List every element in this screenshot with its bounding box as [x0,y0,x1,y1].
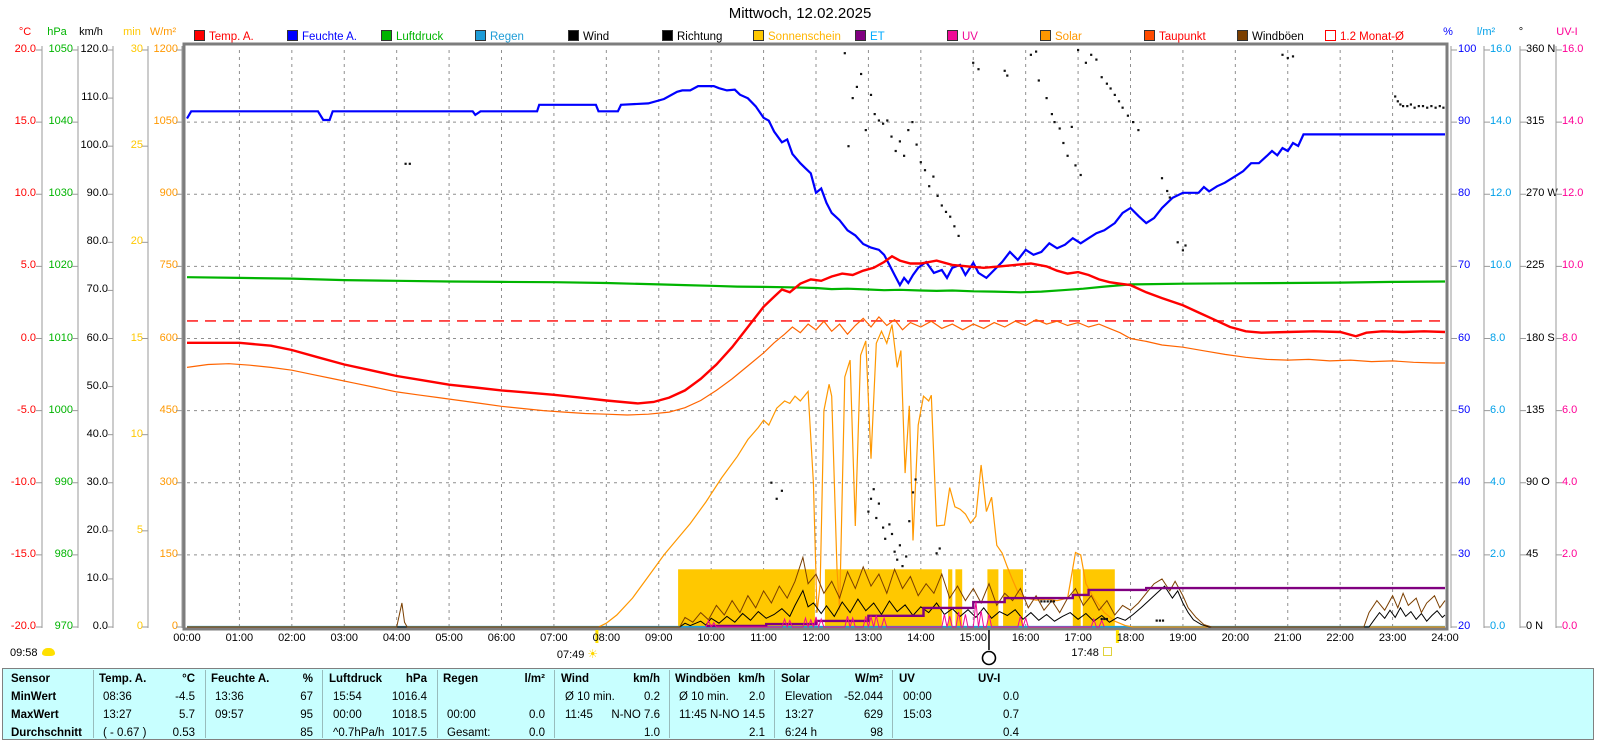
x-axis-hour-label: 14:00 [907,632,935,644]
sunrise-time: 07:49 [556,649,585,661]
table-separator [93,670,94,738]
x-axis-hour-label: 19:00 [1169,632,1197,644]
x-axis-hour-label: 07:00 [540,632,568,644]
table-col-header: Wind [561,673,589,685]
table-cell-value: 0.0 [529,727,545,739]
table-cell-value: 98 [870,727,883,739]
x-axis-hour-label: 23:00 [1378,632,1407,644]
table-separator [774,670,775,738]
table-cell-value: 1018.5 [391,709,427,721]
sunset-sun-icon [1102,647,1112,656]
table-cell-value: 1.0 [644,727,660,739]
table-cell-value: 2.1 [749,727,765,739]
table-col-header: UV-I [978,673,1001,685]
table-cell-value: 95 [300,709,313,721]
x-axis-hour-label: 04:00 [382,632,411,644]
x-axis-hour-label: 10:00 [697,632,725,644]
table-cell-value: 85 [300,727,313,739]
x-axis-hour-label: 05:00 [435,632,463,644]
table-col-unit: km/h [738,673,765,685]
table-col-unit: hPa [405,673,427,685]
x-axis-hour-label: 21:00 [1273,632,1302,644]
chart-plot[interactable] [0,0,1600,740]
table-cell-value: 0.7 [1003,709,1019,721]
sunset-time-label: 17:48 [1071,647,1112,659]
table-cell-value: 5.7 [179,709,195,721]
x-axis-hour-label: 03:00 [330,632,359,644]
sunrise-sun-icon: ☀ [587,647,599,661]
table-row-label: MinWert [11,691,57,703]
table-separator [892,670,893,738]
table-row-label: MaxWert [11,709,59,721]
x-axis-hour-label: 08:00 [592,632,621,644]
moon-phase-icon [981,650,997,666]
x-axis-hour-label: 11:00 [750,632,777,644]
x-axis-hour-label: 20:00 [1221,632,1250,644]
table-col-unit: W/m² [854,673,883,685]
x-axis-hour-label: 02:00 [278,632,306,644]
table-col-unit: % [302,673,313,685]
x-axis-hour-label: 17:00 [1064,632,1092,644]
table-separator [554,670,555,738]
moonset-time-label: 09:58 [10,647,55,659]
table-cell-value: -4.5 [175,691,195,703]
x-axis-hour-label: 09:00 [644,632,673,644]
table-row-label: Durchschnitt [11,727,82,739]
table-cell-value: 0.0 [529,709,545,721]
table-header-sensor: Sensor [11,673,50,685]
sunset-time: 17:48 [1071,647,1099,659]
table-cell-value: 1017.5 [391,727,427,739]
table-col-header: Regen [443,673,479,685]
x-axis-hour-label: 13:00 [854,632,883,644]
table-col-unit: l/m² [524,673,545,685]
table-separator [669,670,670,738]
table-cell-value: 0.4 [1003,727,1019,739]
table-cell-value: 0.0 [1003,691,1019,703]
table-cell: 00:00 [903,691,932,703]
weather-day-chart-window: { "title": "Mittwoch, 12.02.2025", "lege… [0,0,1600,740]
table-cell-value: 1016.4 [391,691,427,703]
moonset-time: 09:58 [10,647,38,659]
table-col-unit: km/h [633,673,660,685]
table-col-header: UV [899,673,915,685]
x-axis-hour-label: 24:00 [1431,632,1459,644]
table-cell-value: 629 [863,709,883,721]
table-cell-value: 0.2 [644,691,660,703]
table-cell-value: N-NO 14.5 [710,709,765,721]
table-separator [437,670,438,738]
table-cell-value: 67 [300,691,313,703]
sunrise-time-label: 07:49 ☀ [557,647,598,661]
table-cell-value: 2.0 [749,691,765,703]
x-axis-hour-label: 16:00 [1011,632,1040,644]
table-col-header: Solar [781,673,810,685]
x-axis-hour-label: 01:00 [225,632,254,644]
table-separator [322,670,323,738]
table-cell-value: 0.53 [172,727,195,739]
table-col-unit: °C [182,673,195,685]
moon-icon [41,648,55,656]
x-axis-hour-label: 22:00 [1326,632,1354,644]
table-cell: 15:03 [903,709,932,721]
x-axis-hour-label: 15:00 [959,632,988,644]
x-axis-hour-label: 06:00 [487,632,516,644]
x-axis-hour-label: 00:00 [173,632,201,644]
table-cell-value: N-NO 7.6 [611,709,660,721]
x-axis-hour-label: 12:00 [802,632,830,644]
stats-table: Sensor MinWert MaxWert Durchschnitt Temp. A.… [2,668,1594,740]
table-cell-value: -52.044 [843,691,883,703]
table-separator [205,670,206,738]
x-axis-hour-label: 18:00 [1116,632,1145,644]
